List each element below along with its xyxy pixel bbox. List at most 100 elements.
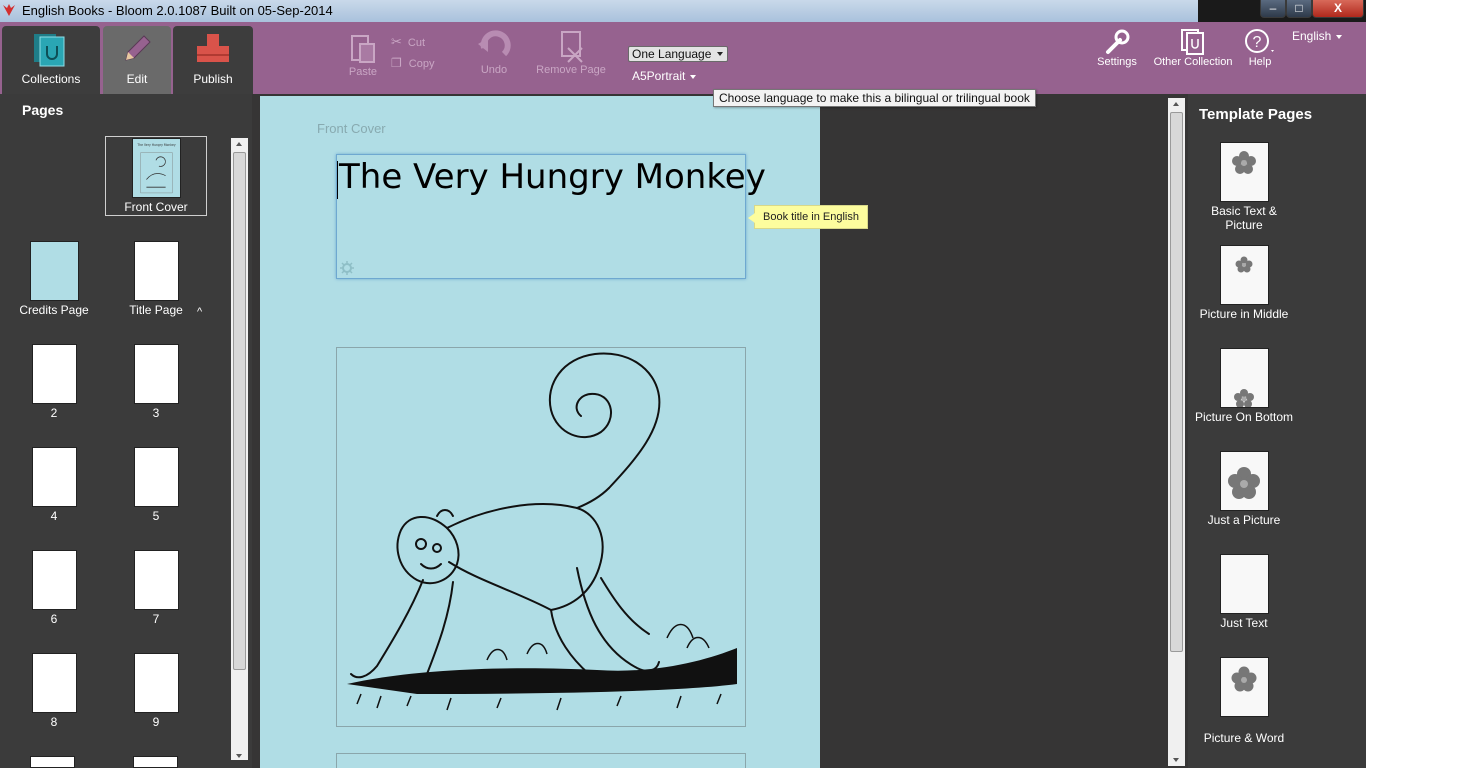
- flower-icon: [1235, 256, 1252, 273]
- editing-scrollbar-thumb[interactable]: [1170, 112, 1183, 652]
- wrench-icon: [1106, 29, 1130, 54]
- bubble-pointer: [748, 213, 755, 223]
- front-cover-thumbnail: The Very Hungry Monkey: [131, 138, 181, 198]
- tab-edit[interactable]: Edit: [103, 26, 171, 94]
- page-thumb-2[interactable]: 2: [4, 344, 104, 420]
- template-label: Picture & Word: [1203, 731, 1285, 745]
- copy-button[interactable]: ❐ Copy: [391, 56, 441, 70]
- language-count-select[interactable]: One Language: [628, 46, 729, 62]
- page-thumb-3[interactable]: 3: [106, 344, 206, 420]
- other-collection-button[interactable]: Other Collection: [1148, 28, 1238, 68]
- page-thumb-4[interactable]: 4: [4, 447, 104, 523]
- page-thumb-credits[interactable]: Credits Page: [4, 241, 104, 317]
- template-just-text[interactable]: Just Text: [1192, 554, 1296, 630]
- credits-page-thumbnail: [29, 241, 79, 301]
- language-tooltip: Choose language to make this a bilingual…: [713, 89, 1036, 107]
- cover-picture-field[interactable]: [336, 347, 746, 727]
- pages-pane-title: Pages: [22, 102, 64, 118]
- copy-label: Copy: [408, 58, 435, 70]
- help-label: Help: [1248, 56, 1272, 68]
- cut-label: Cut: [407, 37, 426, 49]
- editing-area: Front Cover The Very Hungry Monkey Book …: [252, 94, 1188, 768]
- page-thumbnail: [31, 447, 77, 507]
- text-cursor: [337, 161, 338, 199]
- template-thumbnail: [1219, 142, 1269, 202]
- page-thumbnail-partial[interactable]: [30, 756, 75, 768]
- maximize-button[interactable]: □: [1286, 0, 1312, 18]
- cut-button[interactable]: ✂ Cut: [391, 34, 441, 50]
- template-picture-and-word[interactable]: Picture & Word: [1192, 657, 1296, 745]
- page-thumb-9[interactable]: 9: [106, 653, 206, 729]
- page-thumb-5[interactable]: 5: [106, 447, 206, 523]
- template-picture-on-bottom[interactable]: Picture On Bottom: [1192, 348, 1296, 424]
- other-collection-label: Other Collection: [1153, 56, 1233, 68]
- remove-page-icon: [561, 31, 583, 63]
- undo-button[interactable]: Undo: [472, 30, 516, 76]
- book-title-text[interactable]: The Very Hungry Monkey: [339, 157, 766, 197]
- scroll-down-icon[interactable]: [1173, 758, 1179, 762]
- page-thumbnail: [133, 447, 179, 507]
- page-thumbnail-partial[interactable]: [133, 756, 178, 768]
- scroll-down-icon[interactable]: [236, 754, 242, 758]
- scissors-icon: ✂: [391, 34, 402, 49]
- pencil-icon: [125, 35, 151, 61]
- template-thumbnail: [1219, 657, 1269, 717]
- tab-edit-label: Edit: [126, 72, 148, 86]
- page-layout-select[interactable]: A5Portrait: [632, 69, 697, 83]
- undo-icon: [478, 30, 511, 57]
- page-thumb-title[interactable]: Title Page: [106, 241, 206, 317]
- page-thumbnail: [31, 653, 77, 713]
- template-thumbnail: [1219, 245, 1269, 305]
- gear-icon[interactable]: [340, 261, 354, 275]
- collections-icon: [34, 34, 65, 67]
- template-label: Just a Picture: [1207, 513, 1281, 527]
- publish-icon: [197, 34, 229, 62]
- page-label: 7: [152, 612, 160, 626]
- help-button[interactable]: ? Help: [1243, 28, 1277, 68]
- chevron-down-icon: [717, 52, 724, 56]
- pages-scrollbar-thumb[interactable]: [233, 152, 246, 670]
- ui-language-select[interactable]: English: [1292, 29, 1343, 43]
- other-collection-icon: [1181, 29, 1204, 55]
- next-field-partial: [336, 753, 746, 768]
- page-label: 6: [50, 612, 58, 626]
- page-label-front-cover: Front Cover: [124, 200, 188, 214]
- title-hint-text: Book title in English: [763, 211, 859, 223]
- flower-icon: [1227, 467, 1260, 499]
- page-thumb-8[interactable]: 8: [4, 653, 104, 729]
- minimize-button[interactable]: –: [1260, 0, 1286, 18]
- flower-icon: [1231, 151, 1256, 174]
- template-label: Picture On Bottom: [1194, 410, 1294, 424]
- page-label: 4: [50, 509, 58, 523]
- template-pane-title: Template Pages: [1199, 106, 1313, 123]
- page-thumb-7[interactable]: 7: [106, 550, 206, 626]
- paste-button[interactable]: Paste: [340, 32, 386, 78]
- page-label: 5: [152, 509, 160, 523]
- chevron-up-icon[interactable]: ^: [197, 306, 202, 318]
- tab-collections[interactable]: Collections: [2, 26, 100, 94]
- page-label-credits: Credits Page: [19, 303, 89, 317]
- window-title: English Books - Bloom 2.0.1087 Built on …: [22, 3, 333, 18]
- scroll-up-icon[interactable]: [1173, 102, 1179, 106]
- page-type-label: Front Cover: [317, 121, 386, 136]
- settings-button[interactable]: Settings: [1094, 28, 1140, 68]
- book-title-field[interactable]: The Very Hungry Monkey: [336, 154, 766, 279]
- page-label-title: Title Page: [129, 303, 183, 317]
- template-pages-pane: Template Pages Basic Text & Picture Pict…: [1192, 94, 1366, 768]
- template-basic-text-picture[interactable]: Basic Text & Picture: [1192, 142, 1296, 232]
- page-thumbnail: [133, 344, 179, 404]
- scroll-up-icon[interactable]: [236, 142, 242, 146]
- remove-page-button[interactable]: Remove Page: [534, 30, 608, 76]
- template-label: Basic Text & Picture: [1211, 204, 1277, 232]
- page-thumb-6[interactable]: 6: [4, 550, 104, 626]
- svg-text:?: ?: [1253, 34, 1262, 51]
- close-button[interactable]: X: [1312, 0, 1364, 18]
- tab-publish[interactable]: Publish: [173, 26, 253, 94]
- paste-label: Paste: [348, 66, 378, 78]
- page-thumb-front-cover[interactable]: The Very Hungry Monkey Front Cover: [106, 138, 206, 214]
- page-label: 8: [50, 715, 58, 729]
- template-just-a-picture[interactable]: Just a Picture: [1192, 451, 1296, 527]
- copy-icon: ❐: [391, 56, 402, 70]
- template-picture-in-middle[interactable]: Picture in Middle: [1192, 245, 1296, 321]
- page-layout-value: A5Portrait: [632, 69, 686, 83]
